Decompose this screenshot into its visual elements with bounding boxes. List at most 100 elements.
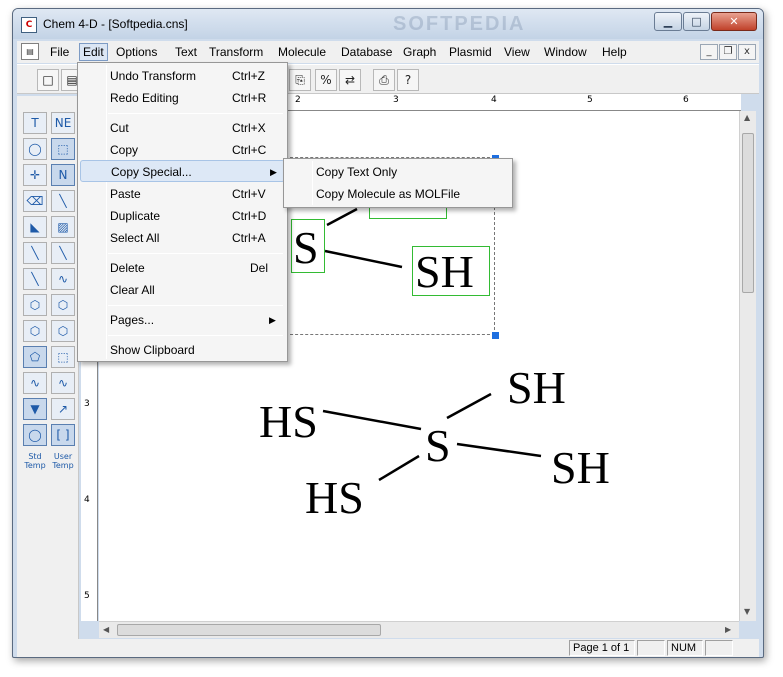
bond-s-hs-left[interactable] (322, 409, 422, 431)
pentagon-icon[interactable]: ⬠ (23, 346, 47, 368)
atom-hs-left[interactable]: HS (259, 399, 318, 445)
menu-item-clear-all[interactable]: Clear All (80, 279, 285, 301)
bracket-select-icon[interactable]: ⬚ (51, 346, 75, 368)
vertical-scrollbar[interactable]: ▲ ▼ (739, 111, 756, 621)
bond-s-hs-lower[interactable] (378, 454, 420, 482)
menu-item-label: Redo Editing (110, 91, 179, 105)
menu-item-copy[interactable]: Copy Ctrl+C (80, 139, 285, 161)
menu-window[interactable]: Window (541, 44, 590, 60)
dashed-bond-icon[interactable]: ╲ (23, 242, 47, 264)
menu-text[interactable]: Text (172, 44, 200, 60)
atom-s-selected[interactable]: S (293, 225, 319, 271)
scroll-left-icon[interactable]: ◀ (103, 625, 109, 634)
mdi-close-button[interactable]: x (738, 44, 756, 60)
move-icon[interactable]: ⇄ (339, 69, 361, 91)
vertical-scroll-thumb[interactable] (742, 133, 754, 293)
menu-transform[interactable]: Transform (206, 44, 266, 60)
eraser-icon[interactable]: ⌫ (23, 190, 47, 212)
menu-item-delete[interactable]: Delete Del (80, 257, 285, 279)
bond-s-sh-right[interactable] (456, 442, 542, 458)
atom-sh-right[interactable]: SH (551, 445, 610, 491)
user-template-icon[interactable]: [ ] (51, 424, 75, 446)
atom-sh-upper[interactable]: SH (507, 365, 566, 411)
menu-graph[interactable]: Graph (400, 44, 439, 60)
menu-item-shortcut: Ctrl+Z (232, 69, 265, 83)
arrow-icon[interactable]: ↗ (51, 398, 75, 420)
menu-item-label: Select All (110, 231, 160, 245)
menu-item-copy-special[interactable]: Copy Special... ▶ (80, 160, 285, 182)
menu-item-paste[interactable]: Paste Ctrl+V (80, 183, 285, 205)
crosshair-icon[interactable]: ✛ (23, 164, 47, 186)
scroll-down-icon[interactable]: ▼ (744, 607, 750, 616)
percent-icon[interactable]: % (315, 69, 337, 91)
marquee-select-icon[interactable]: ⬚ (51, 138, 75, 160)
single-bond-icon[interactable]: ╲ (51, 190, 75, 212)
atom-hs-lower[interactable]: HS (305, 475, 364, 521)
menu-database[interactable]: Database (338, 44, 395, 60)
scroll-right-icon[interactable]: ▶ (725, 625, 731, 634)
atom-n-icon[interactable]: N (51, 164, 75, 186)
menu-item-label: Clear All (110, 283, 155, 297)
menu-item-shortcut: Ctrl+X (232, 121, 266, 135)
menu-item-cut[interactable]: Cut Ctrl+X (80, 117, 285, 139)
hashed-bond-icon[interactable]: ▨ (51, 216, 75, 238)
menu-item-shortcut: Del (250, 261, 269, 275)
aromatic-ring-icon[interactable]: ⬡ (51, 320, 75, 342)
fill-icon[interactable]: ▼ (23, 398, 47, 420)
status-bar: Page 1 of 1 NUM (17, 639, 759, 657)
lasso-icon[interactable]: ◯ (23, 138, 47, 160)
menu-item-pages[interactable]: Pages... ▶ (80, 309, 285, 331)
triple-bond-icon[interactable]: ╲ (23, 268, 47, 290)
selected-atom-box-hidden[interactable] (369, 207, 447, 219)
app-icon[interactable]: C (21, 17, 37, 33)
new-icon[interactable]: □ (37, 69, 59, 91)
menu-view[interactable]: View (501, 44, 533, 60)
mdi-restore-button[interactable]: ❐ (719, 44, 737, 60)
benzene-icon[interactable]: ⬡ (23, 320, 47, 342)
document-icon[interactable]: ▤ (21, 43, 39, 60)
menu-file[interactable]: File (47, 44, 72, 60)
hexagon-icon[interactable]: ⬡ (51, 294, 75, 316)
menu-options[interactable]: Options (113, 44, 160, 60)
mdi-minimize-button[interactable]: _ (700, 44, 718, 60)
horizontal-scroll-thumb[interactable] (117, 624, 381, 636)
menu-item-label: Show Clipboard (110, 343, 195, 357)
menu-molecule[interactable]: Molecule (275, 44, 329, 60)
menu-item-undo-transform[interactable]: Undo Transform Ctrl+Z (80, 65, 285, 87)
close-button[interactable]: ✕ (711, 12, 757, 31)
edit-menu-dropdown: Undo Transform Ctrl+Z Redo Editing Ctrl+… (77, 62, 288, 362)
title-bar[interactable]: C Chem 4-D - [Softpedia.cns] SOFTPEDIA ▁… (13, 9, 763, 39)
submenu-arrow-icon: ▶ (269, 315, 276, 325)
scroll-up-icon[interactable]: ▲ (744, 113, 750, 122)
print-icon[interactable]: ⎙ (373, 69, 395, 91)
minimize-button[interactable]: ▁ (654, 12, 682, 31)
horizontal-scrollbar[interactable]: ◀ ▶ (99, 621, 739, 638)
menu-edit[interactable]: Edit (79, 43, 108, 61)
cyclohexane-icon[interactable]: ⬡ (23, 294, 47, 316)
menu-item-shortcut: Ctrl+R (232, 91, 267, 105)
curve-icon[interactable]: ∿ (51, 372, 75, 394)
double-bond-icon[interactable]: ╲ (51, 242, 75, 264)
help-icon[interactable]: ? (397, 69, 419, 91)
submenu-item-copy-text-only[interactable]: Copy Text Only (286, 161, 510, 183)
maximize-button[interactable]: □ (683, 12, 710, 31)
std-template-icon[interactable]: ◯ (23, 424, 47, 446)
resize-handle-bottom-right[interactable] (492, 332, 499, 339)
menu-item-duplicate[interactable]: Duplicate Ctrl+D (80, 205, 285, 227)
menu-item-redo-editing[interactable]: Redo Editing Ctrl+R (80, 87, 285, 109)
wedge-bond-icon[interactable]: ◣ (23, 216, 47, 238)
text-tool-icon[interactable]: T (23, 112, 47, 134)
menu-plasmid[interactable]: Plasmid (446, 44, 495, 60)
copy-icon[interactable]: ⎘ (289, 69, 311, 91)
atom-s-center[interactable]: S (425, 423, 451, 469)
wave-icon[interactable]: ∿ (23, 372, 47, 394)
atom-sh-selected[interactable]: SH (415, 249, 474, 295)
ne-tool-icon[interactable]: NE (51, 112, 75, 134)
ruler-tick-6: 6 (683, 95, 689, 105)
menu-item-show-clipboard[interactable]: Show Clipboard (80, 339, 285, 361)
submenu-item-copy-molfile[interactable]: Copy Molecule as MOLFile (286, 183, 510, 205)
chain-icon[interactable]: ∿ (51, 268, 75, 290)
menu-item-select-all[interactable]: Select All Ctrl+A (80, 227, 285, 249)
bond-s-sh-upper[interactable] (446, 392, 492, 420)
menu-help[interactable]: Help (599, 44, 630, 60)
